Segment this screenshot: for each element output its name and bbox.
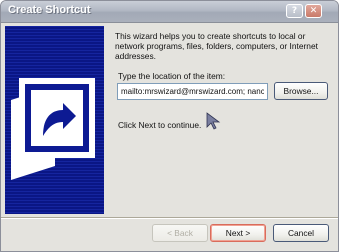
- browse-button-label: Browse...: [283, 86, 319, 96]
- location-input[interactable]: [117, 83, 268, 100]
- shortcut-arrow-icon: [11, 78, 95, 180]
- intro-block: This wizard helps you to create shortcut…: [115, 31, 331, 61]
- help-button[interactable]: ?: [286, 4, 303, 18]
- close-button[interactable]: ✕: [305, 4, 322, 18]
- back-button[interactable]: < Back: [152, 224, 208, 242]
- back-button-label: < Back: [167, 228, 193, 238]
- mouse-pointer-icon: [206, 112, 221, 130]
- cancel-button[interactable]: Cancel: [273, 224, 329, 242]
- wizard-banner: [5, 26, 104, 214]
- footer-divider: [1, 217, 338, 219]
- browse-button[interactable]: Browse...: [274, 82, 328, 100]
- location-label: Type the location of the item:: [118, 71, 226, 81]
- create-shortcut-dialog: Create Shortcut ? ✕ This wizard helps yo…: [0, 0, 339, 252]
- continue-hint: Click Next to continue.: [118, 120, 202, 130]
- next-button[interactable]: Next >: [210, 224, 266, 242]
- window-title: Create Shortcut: [8, 4, 91, 16]
- help-icon: ?: [291, 5, 298, 16]
- close-icon: ✕: [309, 5, 318, 16]
- intro-text: This wizard helps you to create shortcut…: [115, 31, 318, 61]
- next-button-label: Next >: [225, 228, 251, 238]
- cancel-button-label: Cancel: [287, 228, 315, 238]
- title-bar[interactable]: Create Shortcut ? ✕: [1, 1, 338, 23]
